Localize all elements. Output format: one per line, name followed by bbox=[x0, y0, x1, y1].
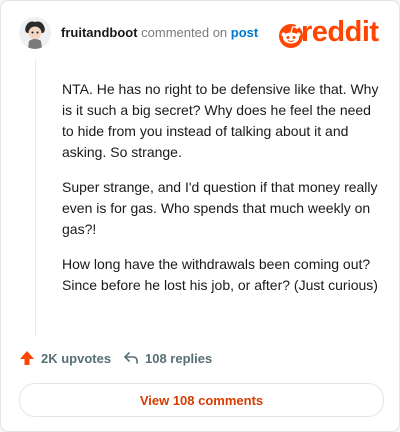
comment-body: NTA. He has no right to be defensive lik… bbox=[62, 79, 382, 310]
avatar[interactable] bbox=[19, 17, 51, 49]
comment-paragraph: Super strange, and I'd question if that … bbox=[62, 179, 378, 237]
reddit-wordmark: reddit bbox=[301, 16, 379, 48]
reply-arrow-icon bbox=[124, 352, 138, 364]
view-comments-button[interactable]: View 108 comments bbox=[19, 383, 384, 417]
comment-header: fruitandboot commented on post bbox=[61, 25, 258, 40]
upvote-count: 2K upvotes bbox=[41, 350, 112, 366]
comment-card: fruitandboot commented on post reddit NT… bbox=[0, 0, 400, 432]
comment-paragraph: NTA. He has no right to be defensive lik… bbox=[62, 81, 379, 160]
upvote-arrow-icon bbox=[20, 351, 34, 365]
action-text: commented on bbox=[141, 25, 228, 40]
post-link[interactable]: post bbox=[231, 25, 258, 40]
comment-paragraph: How long have the withdrawals been comin… bbox=[62, 256, 378, 293]
replies-count: 108 replies bbox=[145, 350, 213, 366]
comment-actions: 2K upvotes 108 replies bbox=[19, 350, 379, 370]
replies-button[interactable]: 108 replies bbox=[123, 350, 212, 366]
username-link[interactable]: fruitandboot bbox=[61, 25, 138, 40]
avatar-icon bbox=[19, 17, 51, 49]
upvote-button[interactable]: 2K upvotes bbox=[19, 350, 111, 366]
thread-line bbox=[35, 59, 36, 337]
view-comments-label: View 108 comments bbox=[139, 392, 264, 408]
